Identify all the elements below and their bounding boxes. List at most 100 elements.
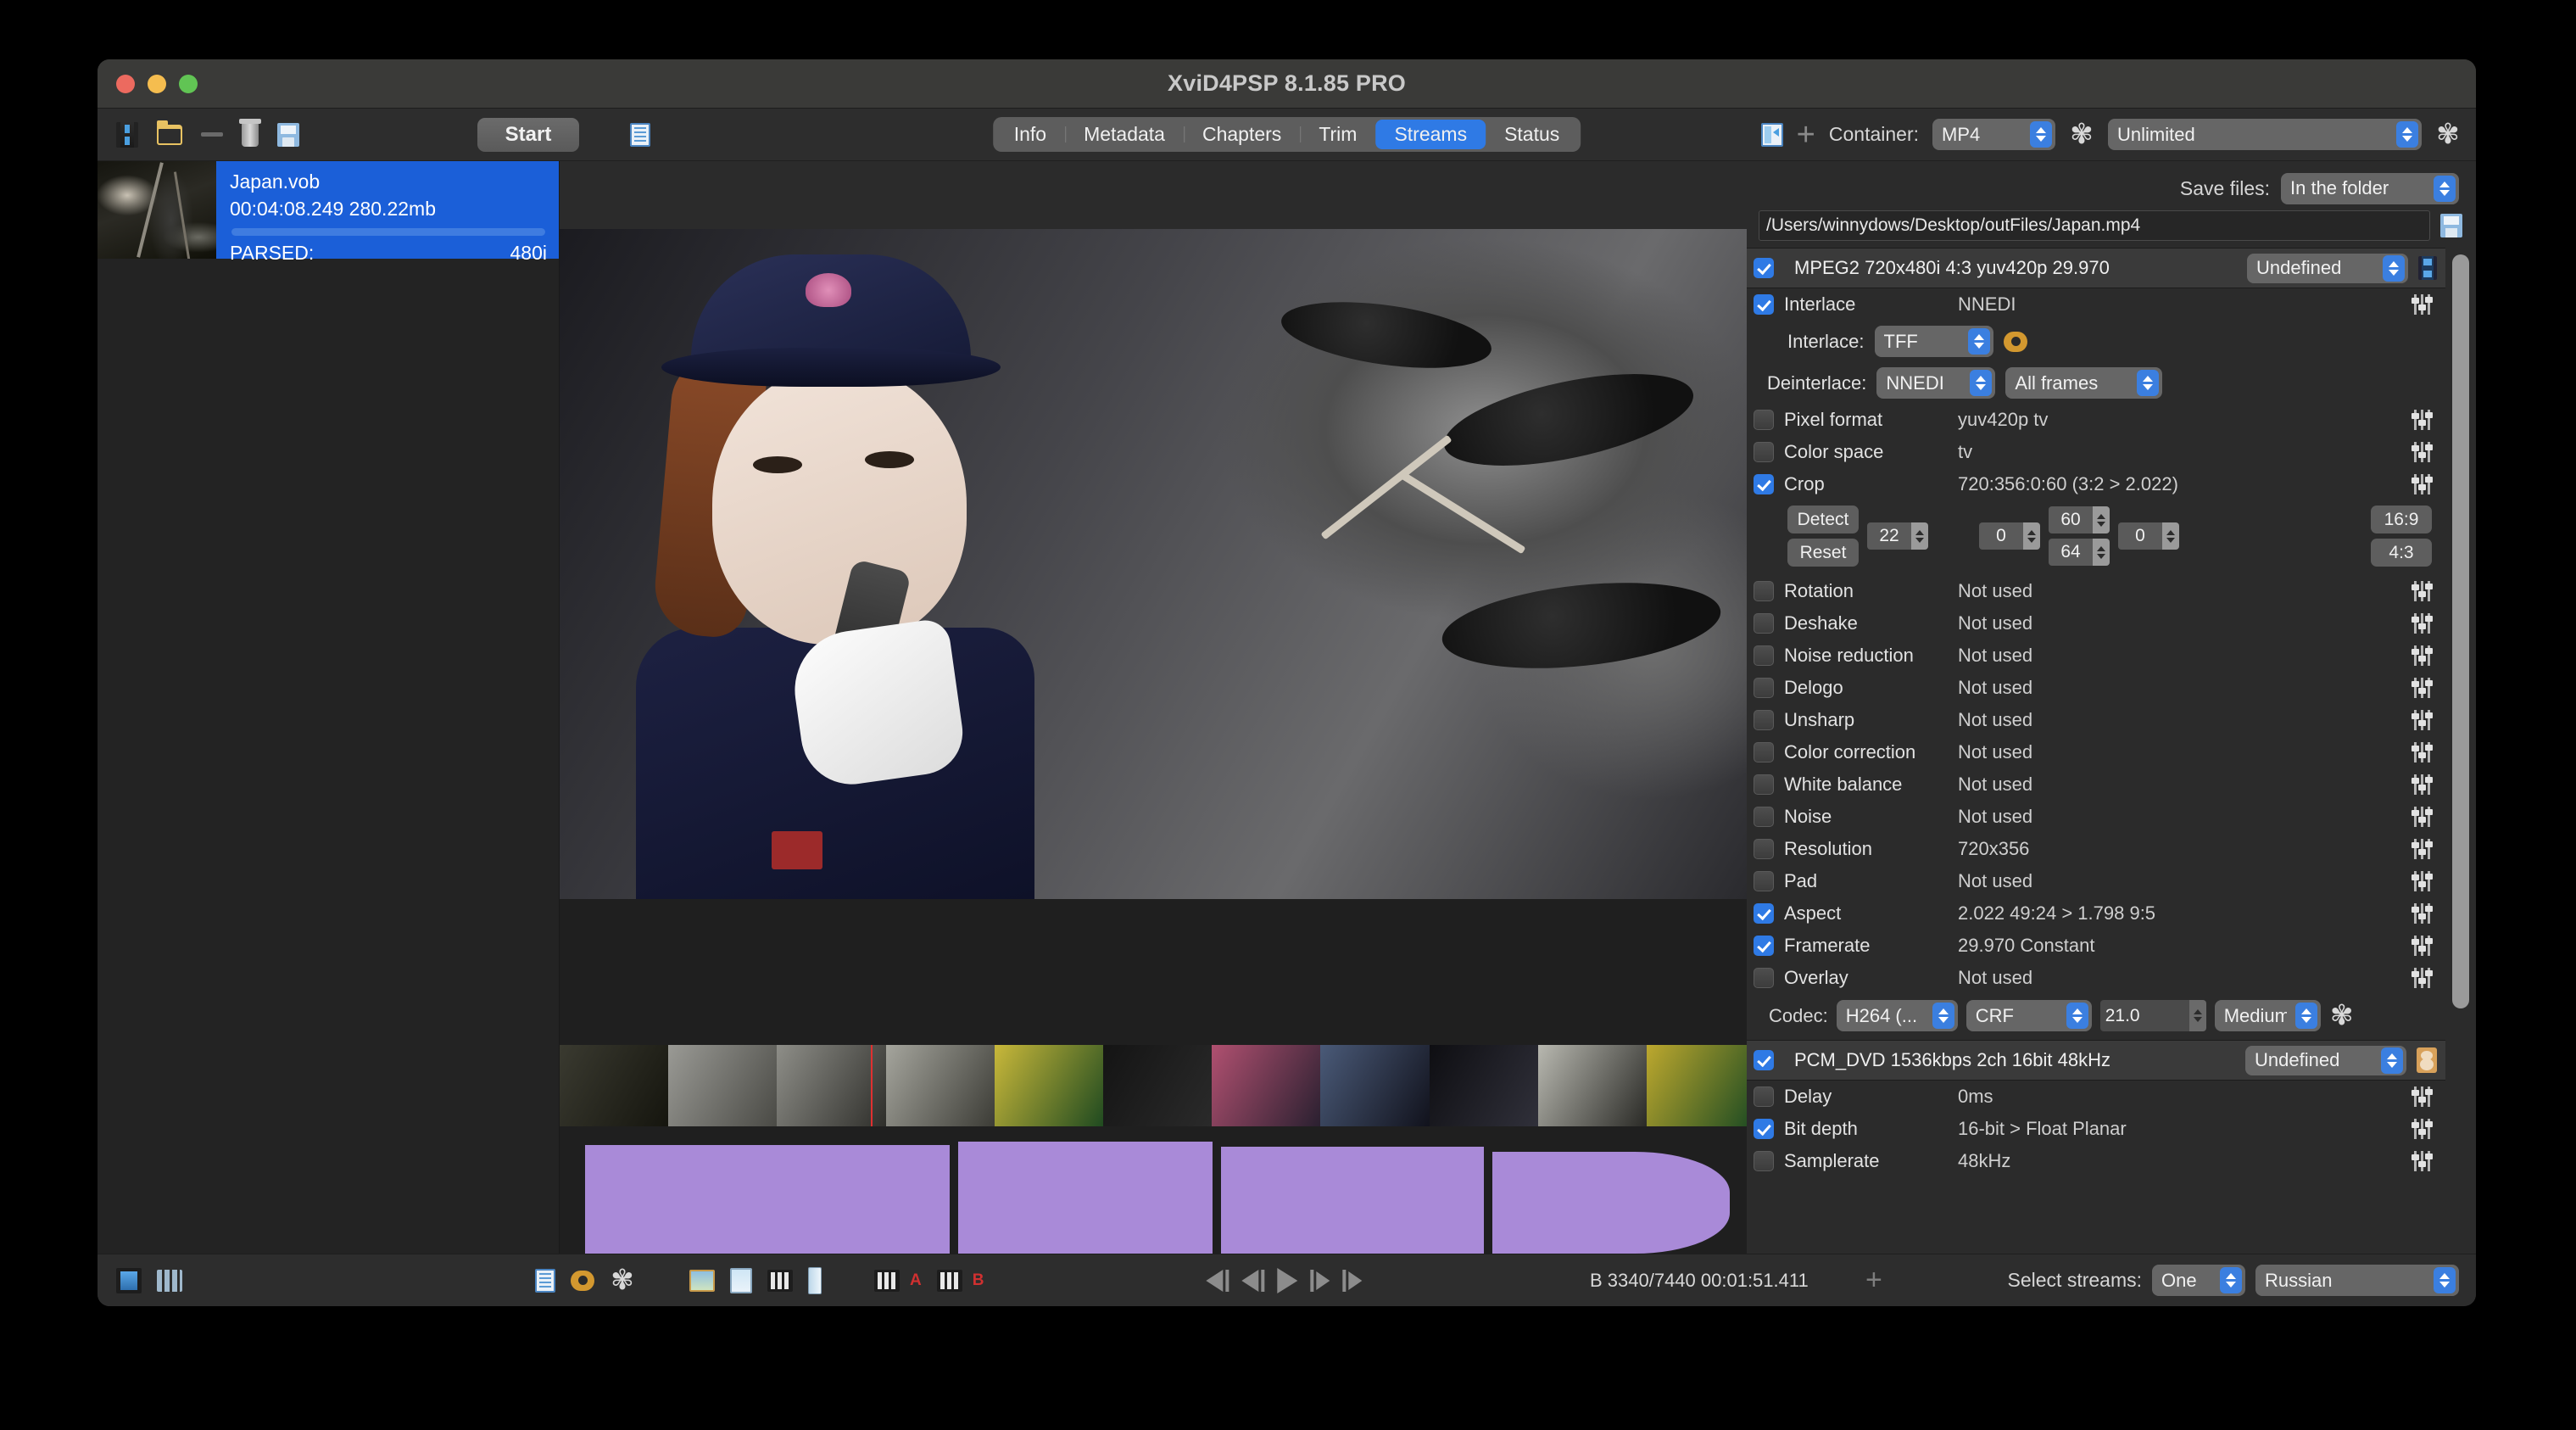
clear-list-icon[interactable] bbox=[239, 118, 261, 147]
audio-waveform[interactable] bbox=[560, 1126, 1755, 1254]
cut-point-a-icon[interactable] bbox=[874, 1269, 900, 1292]
filter-settings-icon[interactable] bbox=[2412, 968, 2434, 988]
crop-bottom-stepper[interactable]: 64 bbox=[2049, 539, 2110, 566]
tab-status[interactable]: Status bbox=[1486, 120, 1578, 149]
save-frame-icon[interactable] bbox=[689, 1269, 715, 1292]
row-rotation[interactable]: Rotation Not used bbox=[1747, 575, 2445, 607]
tab-metadata[interactable]: Metadata bbox=[1065, 120, 1184, 149]
row-overlay[interactable]: Overlay Not used bbox=[1747, 962, 2445, 994]
container-settings-gear-icon[interactable] bbox=[2069, 122, 2094, 148]
open-folder-icon[interactable] bbox=[157, 120, 182, 145]
close-button[interactable] bbox=[116, 74, 135, 93]
rotation-checkbox[interactable] bbox=[1754, 581, 1774, 601]
row-deshake[interactable]: Deshake Not used bbox=[1747, 607, 2445, 640]
crop-reset-button[interactable]: Reset bbox=[1787, 539, 1859, 567]
video-language-select[interactable]: Undefined bbox=[2247, 253, 2408, 283]
overlay-checkbox[interactable] bbox=[1754, 968, 1774, 988]
filter-settings-icon[interactable] bbox=[2412, 1119, 2434, 1139]
cut-segment-icon[interactable] bbox=[767, 1269, 793, 1292]
crop-detect-button[interactable]: Detect bbox=[1787, 506, 1859, 533]
settings-scrollbar[interactable] bbox=[2452, 254, 2469, 1247]
filter-settings-icon[interactable] bbox=[2412, 410, 2434, 430]
row-interlace[interactable]: Interlace NNEDI bbox=[1747, 288, 2445, 321]
next-button[interactable] bbox=[1309, 1269, 1330, 1292]
profile-select[interactable]: Unlimited bbox=[2108, 119, 2422, 150]
framerate-checkbox[interactable] bbox=[1754, 936, 1774, 956]
row-delogo[interactable]: Delogo Not used bbox=[1747, 672, 2445, 704]
video-stream-header[interactable]: MPEG2 720x480i 4:3 yuv420p 29.970 Undefi… bbox=[1747, 248, 2445, 288]
tab-chapters[interactable]: Chapters bbox=[1183, 120, 1300, 149]
aspect-16-9-button[interactable]: 16:9 bbox=[2371, 506, 2432, 533]
row-bit-depth[interactable]: Bit depth 16-bit > Float Planar bbox=[1747, 1113, 2445, 1145]
play-button[interactable] bbox=[1276, 1267, 1297, 1293]
row-unsharp[interactable]: Unsharp Not used bbox=[1747, 704, 2445, 736]
previous-button[interactable] bbox=[1241, 1269, 1264, 1292]
list-item[interactable]: Japan.vob 00:04:08.249 280.22mb PARSED: … bbox=[98, 161, 559, 264]
filter-settings-icon[interactable] bbox=[2412, 903, 2434, 924]
container-select[interactable]: MP4 bbox=[1932, 119, 2055, 150]
stepper-arrows-icon[interactable] bbox=[2188, 1000, 2206, 1031]
audio-stream-header[interactable]: PCM_DVD 1536kbps 2ch 16bit 48kHz Undefin… bbox=[1747, 1040, 2445, 1081]
row-noise-reduction[interactable]: Noise reduction Not used bbox=[1747, 640, 2445, 672]
deinterlace-frames-select[interactable]: All frames bbox=[2005, 367, 2163, 399]
crop-left-stepper[interactable]: 22 bbox=[1867, 522, 1928, 550]
aspect-checkbox[interactable] bbox=[1754, 903, 1774, 924]
deinterlace-select[interactable]: NNEDI bbox=[1876, 367, 1996, 399]
audio-stream-checkbox[interactable] bbox=[1754, 1050, 1774, 1070]
filter-settings-icon[interactable] bbox=[2412, 294, 2434, 315]
filter-settings-icon[interactable] bbox=[2412, 774, 2434, 795]
filter-settings-icon[interactable] bbox=[2412, 936, 2434, 956]
cut-point-b-icon[interactable] bbox=[936, 1269, 962, 1292]
video-preview-container[interactable] bbox=[560, 229, 1747, 1045]
thumbnail-strip[interactable] bbox=[560, 1045, 1756, 1126]
video-frame[interactable] bbox=[560, 229, 1747, 899]
delay-checkbox[interactable] bbox=[1754, 1086, 1774, 1107]
start-button[interactable]: Start bbox=[477, 117, 579, 152]
filter-settings-icon[interactable] bbox=[2412, 871, 2434, 891]
bit-depth-checkbox[interactable] bbox=[1754, 1119, 1774, 1139]
crop-checkbox[interactable] bbox=[1754, 474, 1774, 494]
crop-top-stepper[interactable]: 60 bbox=[2049, 506, 2110, 533]
filter-settings-icon[interactable] bbox=[2412, 645, 2434, 666]
codec-settings-icon[interactable] bbox=[2329, 1003, 2355, 1029]
tab-streams[interactable]: Streams bbox=[1375, 120, 1486, 149]
profile-settings-gear-icon[interactable] bbox=[2435, 122, 2461, 148]
stepper-arrows-icon[interactable] bbox=[2093, 506, 2110, 533]
row-resolution[interactable]: Resolution 720x356 bbox=[1747, 833, 2445, 865]
stepper-arrows-icon[interactable] bbox=[1911, 522, 1928, 550]
output-path-input[interactable]: /Users/winnydows/Desktop/outFiles/Japan.… bbox=[1759, 210, 2430, 241]
filter-settings-icon[interactable] bbox=[2412, 678, 2434, 698]
crop-zero2-stepper[interactable]: 0 bbox=[2118, 522, 2179, 550]
row-white-balance[interactable]: White balance Not used bbox=[1747, 768, 2445, 801]
pixel-format-checkbox[interactable] bbox=[1754, 410, 1774, 430]
color-correction-checkbox[interactable] bbox=[1754, 742, 1774, 762]
row-samplerate[interactable]: Samplerate 48kHz bbox=[1747, 1145, 2445, 1177]
filter-settings-icon[interactable] bbox=[2412, 1086, 2434, 1107]
compare-frame-icon[interactable] bbox=[730, 1267, 752, 1293]
interlace-preview-icon[interactable] bbox=[2003, 331, 2027, 352]
tab-info[interactable]: Info bbox=[995, 120, 1065, 149]
select-streams-select[interactable]: One bbox=[2152, 1265, 2245, 1296]
pad-checkbox[interactable] bbox=[1754, 871, 1774, 891]
row-noise[interactable]: Noise Not used bbox=[1747, 801, 2445, 833]
language-select[interactable]: Russian bbox=[2255, 1265, 2459, 1296]
interlace-select[interactable]: TFF bbox=[1874, 326, 1993, 357]
row-delay[interactable]: Delay 0ms bbox=[1747, 1081, 2445, 1113]
row-crop[interactable]: Crop 720:356:0:60 (3:2 > 2.022) bbox=[1747, 468, 2445, 500]
filter-settings-icon[interactable] bbox=[2412, 710, 2434, 730]
save-path-icon[interactable] bbox=[2440, 214, 2462, 237]
marker-icon[interactable] bbox=[808, 1266, 822, 1294]
preview-eye-icon[interactable] bbox=[571, 1270, 594, 1291]
tab-trim[interactable]: Trim bbox=[1300, 120, 1375, 149]
row-color-correction[interactable]: Color correction Not used bbox=[1747, 736, 2445, 768]
unsharp-checkbox[interactable] bbox=[1754, 710, 1774, 730]
stepper-arrows-icon[interactable] bbox=[2162, 522, 2179, 550]
filter-settings-icon[interactable] bbox=[2412, 474, 2434, 494]
save-files-select[interactable]: In the folder bbox=[2281, 172, 2459, 204]
minimize-button[interactable] bbox=[148, 74, 166, 93]
noise-reduction-checkbox[interactable] bbox=[1754, 645, 1774, 666]
zoom-button[interactable] bbox=[179, 74, 198, 93]
stepper-arrows-icon[interactable] bbox=[2093, 539, 2110, 566]
log-icon[interactable] bbox=[630, 122, 650, 147]
delogo-checkbox[interactable] bbox=[1754, 678, 1774, 698]
